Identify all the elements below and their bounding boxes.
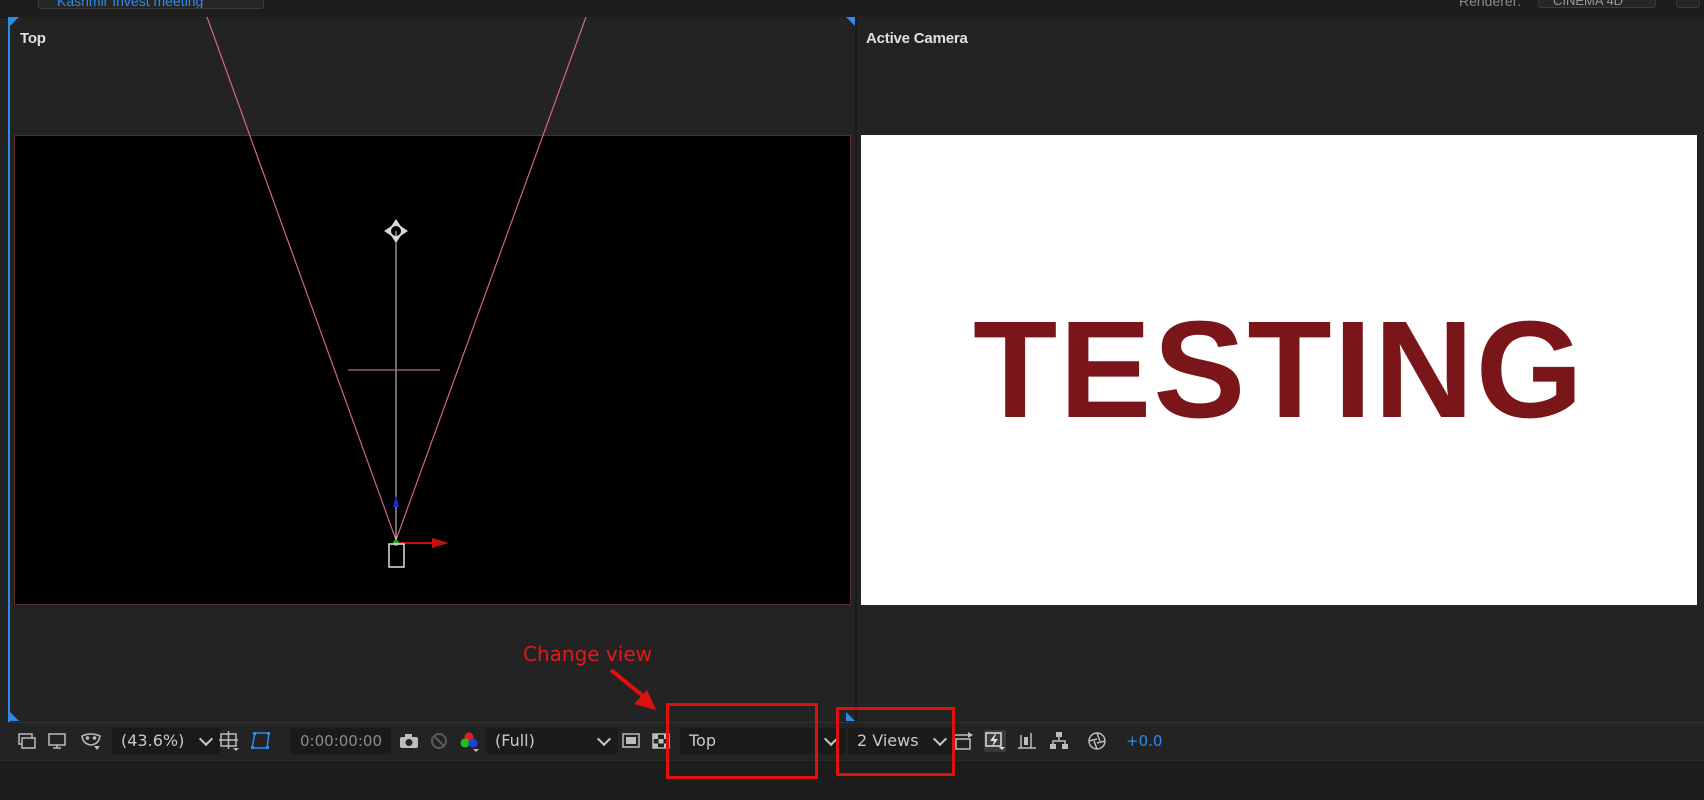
exposure-value[interactable]: +0.0 xyxy=(1126,732,1162,750)
view-corner-marker-icon xyxy=(10,712,19,721)
view-label-top: Top xyxy=(20,30,46,47)
active-view-marker-icon xyxy=(10,17,19,26)
region-of-interest-icon[interactable] xyxy=(250,730,272,752)
annotation-label: Change view xyxy=(523,642,652,666)
top-view-canvas[interactable] xyxy=(14,135,851,605)
safe-margins-icon[interactable] xyxy=(218,730,240,752)
show-snapshot-icon[interactable] xyxy=(428,730,450,752)
chevron-down-icon xyxy=(198,731,214,747)
renderer-label: Renderer: xyxy=(1459,0,1522,9)
timeline-icon[interactable] xyxy=(1016,730,1038,752)
renderer-select[interactable]: CINEMA 4D xyxy=(1538,0,1656,8)
rendered-text-layer: TESTING xyxy=(972,292,1586,447)
reset-exposure-icon[interactable] xyxy=(1086,730,1108,752)
chevron-down-icon xyxy=(596,731,612,747)
composition-header: Kashmir Invest meeting Renderer: CINEMA … xyxy=(0,0,1704,18)
always-preview-icon[interactable] xyxy=(16,730,38,752)
annotation-box-view-select xyxy=(666,703,818,779)
magnification-value: (43.6%) xyxy=(121,731,185,750)
search-icon[interactable] xyxy=(1676,0,1700,8)
annotation-box-layout-select xyxy=(836,707,955,776)
resolution-select[interactable]: (Full) xyxy=(486,728,618,754)
fast-draft-icon[interactable] xyxy=(984,730,1006,752)
composition-tab[interactable]: Kashmir Invest meeting xyxy=(38,0,264,9)
fast-previews-icon[interactable] xyxy=(620,730,642,752)
current-time-field[interactable]: 0:00:00:00 xyxy=(291,728,391,754)
active-camera-canvas[interactable]: TESTING xyxy=(861,135,1697,605)
resolution-value: (Full) xyxy=(495,731,535,750)
color-channels-icon[interactable] xyxy=(458,730,480,752)
view-label-active-camera: Active Camera xyxy=(866,30,968,47)
mask-visibility-icon[interactable] xyxy=(80,730,102,752)
flowchart-icon[interactable] xyxy=(1048,730,1070,752)
magnification-select[interactable]: (43.6%) xyxy=(112,728,220,754)
camera-snapshot-icon[interactable] xyxy=(398,730,420,752)
view-corner-marker-icon xyxy=(846,17,855,26)
monitor-icon[interactable] xyxy=(46,730,68,752)
toggle-view-layout-icon[interactable] xyxy=(952,730,974,752)
